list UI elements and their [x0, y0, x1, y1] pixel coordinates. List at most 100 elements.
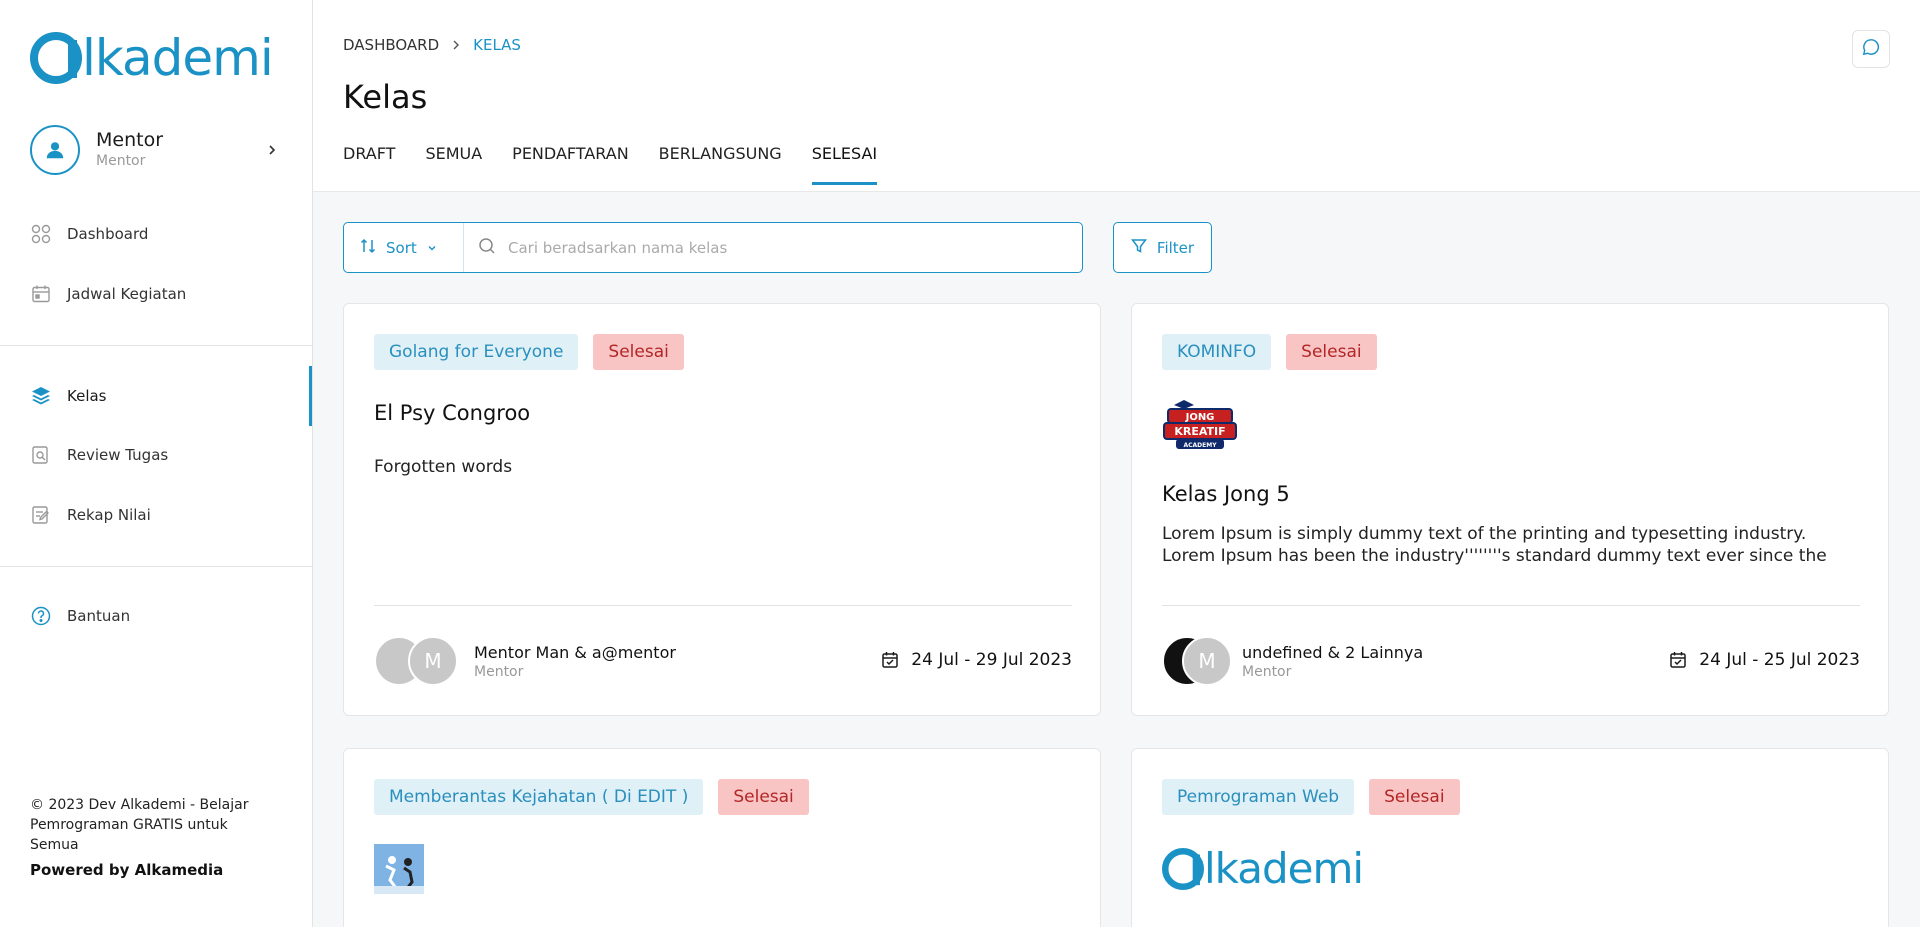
class-thumbnail	[374, 844, 424, 894]
tab-pendaftaran[interactable]: PENDAFTARAN	[512, 144, 629, 185]
mentor-role: Mentor	[474, 663, 524, 680]
chevron-right-icon	[262, 140, 282, 160]
class-description: Forgotten words	[374, 457, 513, 477]
svg-text:ACADEMY: ACADEMY	[1183, 442, 1217, 449]
class-date: 24 Jul - 29 Jul 2023	[881, 650, 1072, 670]
avatar: M	[1182, 636, 1232, 686]
search-group: Sort	[343, 222, 1083, 273]
copyright-text: © 2023 Dev Alkademi - Belajar Pemrograma…	[30, 797, 249, 853]
avatar-stack: M	[374, 636, 460, 686]
breadcrumb: DASHBOARD KELAS	[343, 36, 521, 54]
breadcrumb-dashboard[interactable]: DASHBOARD	[343, 36, 439, 54]
layers-icon	[30, 385, 52, 407]
category-badge: Pemrograman Web	[1162, 779, 1355, 815]
sidebar-item-label: Rekap Nilai	[67, 506, 151, 524]
filter-button[interactable]: Filter	[1113, 222, 1212, 273]
sidebar-item-jadwal-kegiatan[interactable]: Jadwal Kegiatan	[0, 274, 312, 314]
sort-label: Sort	[386, 238, 417, 257]
avatar-stack: M	[1162, 636, 1248, 686]
search-input[interactable]	[508, 238, 1068, 257]
profile-menu[interactable]: Mentor Mentor	[30, 124, 282, 176]
class-description: Lorem Ipsum is simply dummy text of the …	[1162, 524, 1827, 566]
tab-draft[interactable]: DRAFT	[343, 144, 395, 185]
breadcrumb-kelas: KELAS	[473, 36, 521, 54]
category-badge: KOMINFO	[1162, 334, 1272, 370]
calendar-check-icon	[881, 651, 899, 669]
status-badge: Selesai	[718, 779, 809, 815]
sort-button[interactable]: Sort	[344, 223, 464, 272]
calendar-icon	[30, 283, 52, 305]
edit-icon	[30, 504, 52, 526]
chevron-down-icon	[427, 239, 437, 257]
sidebar-item-review-tugas[interactable]: Review Tugas	[0, 435, 312, 475]
sidebar-item-label: Kelas	[67, 387, 107, 405]
tab-berlangsung[interactable]: BERLANGSUNG	[659, 144, 782, 185]
alkademi-logo[interactable]: lkademi	[30, 29, 274, 87]
logo-text: lkademi	[82, 29, 274, 87]
sidebar-divider	[0, 566, 312, 567]
mentor-info: M Mentor Man & a@mentor Mentor	[374, 636, 676, 686]
tab-selesai[interactable]: SELESAI	[811, 144, 878, 185]
date-range: 24 Jul - 25 Jul 2023	[1699, 650, 1860, 670]
powered-by-text: Powered by Alkamedia	[30, 861, 224, 879]
class-date: 24 Jul - 25 Jul 2023	[1669, 650, 1860, 670]
dashboard-icon	[30, 223, 52, 245]
logo-a-icon	[30, 30, 82, 86]
logo-a-icon	[1162, 848, 1204, 890]
sidebar-footer: © 2023 Dev Alkademi - Belajar Pemrograma…	[30, 795, 270, 879]
review-icon	[30, 444, 52, 466]
class-title: Kelas Jong 5	[1162, 482, 1290, 506]
class-card[interactable]: Golang for Everyone Selesai El Psy Congr…	[343, 303, 1101, 716]
sidebar-item-bantuan[interactable]: Bantuan	[0, 596, 312, 636]
sidebar-divider	[0, 345, 312, 346]
calendar-check-icon	[1669, 651, 1687, 669]
profile-role: Mentor	[96, 153, 146, 169]
filter-label: Filter	[1156, 238, 1195, 257]
tab-semua[interactable]: SEMUA	[425, 144, 482, 185]
class-title: El Psy Congroo	[374, 401, 531, 425]
status-badge: Selesai	[1286, 334, 1377, 370]
sidebar-item-label: Bantuan	[67, 607, 131, 625]
sort-icon	[360, 238, 376, 258]
chat-icon	[1862, 38, 1880, 60]
app: lkademi Mentor Mentor Dashboard Jadwal K…	[0, 0, 1920, 927]
toolbar: Sort Filter	[343, 222, 1212, 273]
mentor-names: undefined & 2 Lainnya	[1242, 642, 1424, 662]
mentor-info: M undefined & 2 Lainnya Mentor	[1162, 636, 1423, 686]
sidebar-item-rekap-nilai[interactable]: Rekap Nilai	[0, 495, 312, 535]
sidebar-item-label: Jadwal Kegiatan	[67, 285, 187, 303]
sidebar-item-label: Dashboard	[67, 225, 149, 243]
sidebar: lkademi Mentor Mentor Dashboard Jadwal K…	[0, 0, 313, 927]
chevron-right-icon	[451, 40, 461, 50]
search-wrap	[464, 223, 1082, 272]
card-divider	[374, 605, 1072, 606]
alkademi-logo: lkademi	[1162, 844, 1364, 893]
mentor-role: Mentor	[1242, 663, 1292, 680]
category-badge: Memberantas Kejahatan ( Di EDIT )	[374, 779, 704, 815]
page-title: Kelas	[343, 78, 428, 116]
svg-text:JONG: JONG	[1185, 412, 1215, 423]
mentor-names: Mentor Man & a@mentor	[474, 642, 676, 662]
profile-name: Mentor	[96, 129, 164, 151]
jong-kreatif-logo: JONG KREATIF ACADEMY	[1162, 399, 1238, 455]
page-header: DASHBOARD KELAS Kelas DRAFT SEMUA PENDAF…	[313, 0, 1920, 192]
user-avatar-icon	[30, 125, 80, 175]
status-badge: Selesai	[1369, 779, 1460, 815]
help-icon	[30, 605, 52, 627]
class-card[interactable]: KOMINFO Selesai JONG KREATIF ACADEMY Kel…	[1131, 303, 1889, 716]
sidebar-item-label: Review Tugas	[67, 446, 169, 464]
chat-button[interactable]	[1852, 30, 1890, 68]
svg-text:KREATIF: KREATIF	[1174, 425, 1225, 438]
avatar: M	[408, 636, 458, 686]
logo-text: lkademi	[1204, 844, 1364, 893]
category-badge: Golang for Everyone	[374, 334, 579, 370]
class-card[interactable]: Pemrograman Web Selesai lkademi	[1131, 748, 1889, 927]
main-content: DASHBOARD KELAS Kelas DRAFT SEMUA PENDAF…	[313, 0, 1920, 927]
filter-icon	[1130, 238, 1147, 258]
sidebar-item-kelas[interactable]: Kelas	[0, 366, 312, 426]
sidebar-item-dashboard[interactable]: Dashboard	[0, 214, 312, 254]
class-card[interactable]: Memberantas Kejahatan ( Di EDIT ) Selesa…	[343, 748, 1101, 927]
search-icon	[478, 237, 496, 259]
date-range: 24 Jul - 29 Jul 2023	[911, 650, 1072, 670]
card-divider	[1162, 605, 1860, 606]
